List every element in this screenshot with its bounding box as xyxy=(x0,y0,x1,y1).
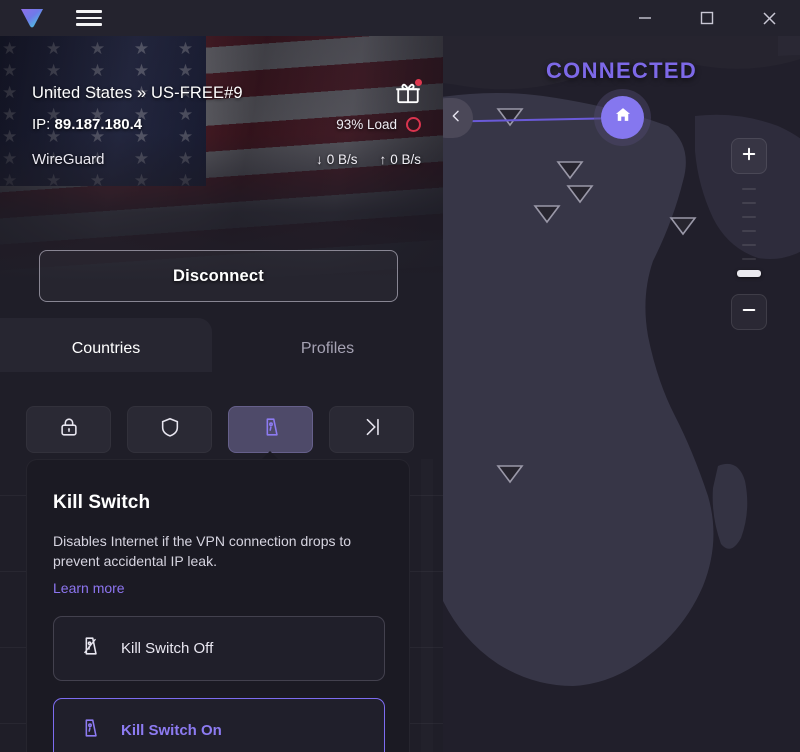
server-load: 93% Load xyxy=(336,117,397,132)
kill-switch-off-icon xyxy=(79,635,101,662)
kill-switch-title: Kill Switch xyxy=(53,492,151,513)
disconnect-button[interactable]: Disconnect xyxy=(39,250,398,302)
ip-address: IP: 89.187.180.4 xyxy=(32,116,142,133)
vpn-protocol: WireGuard xyxy=(32,151,105,168)
tab-countries[interactable]: Countries xyxy=(0,318,212,380)
chevron-left-icon xyxy=(448,108,464,129)
close-icon[interactable] xyxy=(738,0,800,36)
port-forwarding-icon xyxy=(361,416,383,443)
port-forwarding-button[interactable] xyxy=(329,406,414,453)
gift-badge xyxy=(415,79,422,86)
zoom-out-button[interactable] xyxy=(731,294,767,330)
upload-arrow-icon: ↑ xyxy=(379,152,387,167)
map-zoom-controls xyxy=(731,138,767,330)
world-map[interactable]: CONNECTED xyxy=(443,36,800,752)
home-icon xyxy=(613,105,633,130)
kill-switch-icon xyxy=(260,416,282,443)
upload-speed-value: 0 B/s xyxy=(390,152,421,167)
kill-switch-panel: Kill Switch Disables Internet if the VPN… xyxy=(26,459,410,752)
kill-switch-off-option[interactable]: Kill Switch Off xyxy=(53,616,385,681)
zoom-slider-handle[interactable] xyxy=(737,270,761,277)
ip-value: 89.187.180.4 xyxy=(54,116,143,133)
left-panel: ★ ★ ★ ★ ★ ★ ★ ★ ★ ★ ★ ★ ★ ★ ★ ★ ★ ★ ★ ★ … xyxy=(0,36,443,752)
download-arrow-icon: ↓ xyxy=(315,152,323,167)
kill-switch-on-icon xyxy=(79,717,101,744)
ip-label: IP: xyxy=(32,116,55,133)
shield-icon xyxy=(159,416,181,443)
protonvpn-logo-icon xyxy=(14,0,50,36)
tab-profiles[interactable]: Profiles xyxy=(212,318,443,380)
kill-switch-on-label: Kill Switch On xyxy=(121,722,222,739)
feature-toolbar xyxy=(26,406,422,453)
kill-switch-description: Disables Internet if the VPN connection … xyxy=(53,533,352,569)
kill-switch-off-label: Kill Switch Off xyxy=(121,640,214,657)
window-controls xyxy=(614,0,800,36)
zoom-in-button[interactable] xyxy=(731,138,767,174)
server-title: United States » US-FREE#9 xyxy=(32,83,243,102)
minus-icon xyxy=(740,301,758,324)
tab-bar: Countries Profiles xyxy=(0,318,443,380)
upload-speed: ↑ 0 B/s xyxy=(379,152,421,167)
connection-header: ★ ★ ★ ★ ★ ★ ★ ★ ★ ★ ★ ★ ★ ★ ★ ★ ★ ★ ★ ★ … xyxy=(0,36,443,281)
minimize-icon[interactable] xyxy=(614,0,676,36)
download-speed-value: 0 B/s xyxy=(326,152,358,167)
connection-info: United States » US-FREE#9 IP: 89.187.180… xyxy=(0,36,443,281)
plus-icon xyxy=(740,145,758,168)
gift-icon[interactable] xyxy=(395,79,422,106)
kill-switch-on-option[interactable]: Kill Switch On xyxy=(53,698,385,752)
home-pin-marker[interactable] xyxy=(601,96,644,139)
learn-more-link[interactable]: Learn more xyxy=(53,580,125,596)
connection-status: CONNECTED xyxy=(545,58,698,83)
netshield-button[interactable] xyxy=(127,406,212,453)
lock-icon xyxy=(58,416,80,443)
secure-core-button[interactable] xyxy=(26,406,111,453)
hamburger-menu-icon[interactable] xyxy=(72,0,106,36)
zoom-slider[interactable] xyxy=(731,174,767,294)
download-speed: ↓ 0 B/s xyxy=(316,152,358,167)
server-load-indicator xyxy=(406,117,421,132)
title-bar xyxy=(0,0,800,36)
tab-underlay xyxy=(0,372,443,402)
kill-switch-button[interactable] xyxy=(228,406,313,453)
list-scrollbar-track[interactable] xyxy=(421,459,433,752)
protonvpn-window: ★ ★ ★ ★ ★ ★ ★ ★ ★ ★ ★ ★ ★ ★ ★ ★ ★ ★ ★ ★ … xyxy=(0,0,800,752)
maximize-icon[interactable] xyxy=(676,0,738,36)
